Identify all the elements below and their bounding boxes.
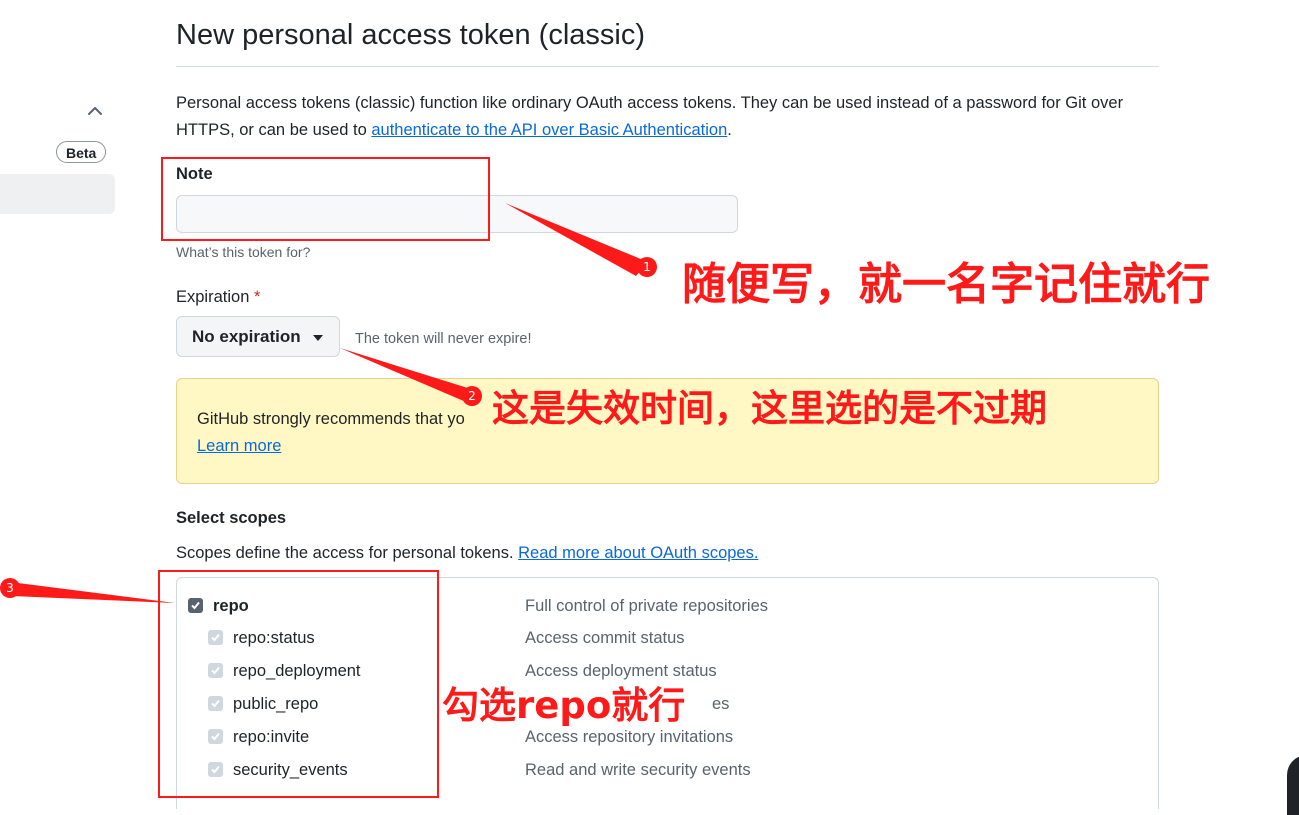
checkbox-repo[interactable] xyxy=(188,598,203,613)
scope-desc: Read and write security events xyxy=(525,761,751,779)
page-title: New personal access token (classic) xyxy=(176,19,646,51)
note-input[interactable] xyxy=(176,195,738,233)
note-label: Note xyxy=(176,165,213,183)
oauth-scopes-link[interactable]: Read more about OAuth scopes. xyxy=(518,544,758,562)
note-hint: What’s this token for? xyxy=(176,244,311,260)
expiration-label-text: Expiration xyxy=(176,288,250,306)
floating-widget-edge xyxy=(1287,755,1299,815)
chevron-up-icon[interactable] xyxy=(84,100,106,122)
checkbox-repo-invite[interactable] xyxy=(208,729,223,744)
scopes-description: Scopes define the access for personal to… xyxy=(176,541,758,565)
annotation-expiration-tip: 这是失效时间，这里选的是不过期 xyxy=(492,387,1047,430)
arrow-3 xyxy=(10,582,175,603)
required-mark: * xyxy=(253,288,261,306)
scope-desc: Access commit status xyxy=(525,629,685,647)
annotation-badge-2: 2 xyxy=(462,386,482,406)
scope-desc: Full control of private repositories xyxy=(525,597,769,615)
scope-row-security-events[interactable]: security_events Read and write security … xyxy=(177,758,1160,782)
warning-body: GitHub strongly recommends that yo xyxy=(197,410,465,428)
scope-name: repo xyxy=(213,597,249,615)
intro-text: Personal access tokens (classic) functio… xyxy=(176,90,1161,144)
scope-row-repo[interactable]: repo Full control of private repositorie… xyxy=(177,594,1160,618)
title-divider xyxy=(176,66,1159,67)
beta-badge: Beta xyxy=(56,141,107,163)
scope-name: repo:invite xyxy=(233,728,310,746)
annotation-scope-tip: 勾选repo就行 xyxy=(442,684,686,727)
expiration-hint: The token will never expire! xyxy=(355,331,532,347)
checkbox-security-events[interactable] xyxy=(208,762,223,777)
checkbox-repo-deployment[interactable] xyxy=(208,663,223,678)
scope-name: repo:status xyxy=(233,629,315,647)
intro-end: . xyxy=(727,121,732,139)
annotation-badge-3: 3 xyxy=(0,578,20,598)
scope-desc: es xyxy=(712,695,730,713)
expiration-selected: No expiration xyxy=(192,327,301,346)
sidebar-selected-item[interactable] xyxy=(0,174,115,214)
annotation-note-tip: 随便写，就一名字记住就行 xyxy=(682,259,1210,310)
learn-more-link[interactable]: Learn more xyxy=(197,437,281,455)
annotation-badge-1: 1 xyxy=(637,257,657,277)
caret-down-icon xyxy=(312,334,323,341)
basic-auth-link[interactable]: authenticate to the API over Basic Authe… xyxy=(371,121,727,139)
scope-name: public_repo xyxy=(233,695,319,713)
checkbox-repo-status[interactable] xyxy=(208,630,223,645)
scope-name: repo_deployment xyxy=(233,662,361,680)
scopes-desc-text: Scopes define the access for personal to… xyxy=(176,544,519,562)
scope-name: security_events xyxy=(233,761,348,779)
expiration-label: Expiration * xyxy=(176,286,260,308)
checkbox-public-repo[interactable] xyxy=(208,696,223,711)
scope-row-repo-status[interactable]: repo:status Access commit status xyxy=(177,626,1160,650)
expiration-select[interactable]: No expiration xyxy=(176,316,340,357)
scopes-heading: Select scopes xyxy=(176,509,287,527)
